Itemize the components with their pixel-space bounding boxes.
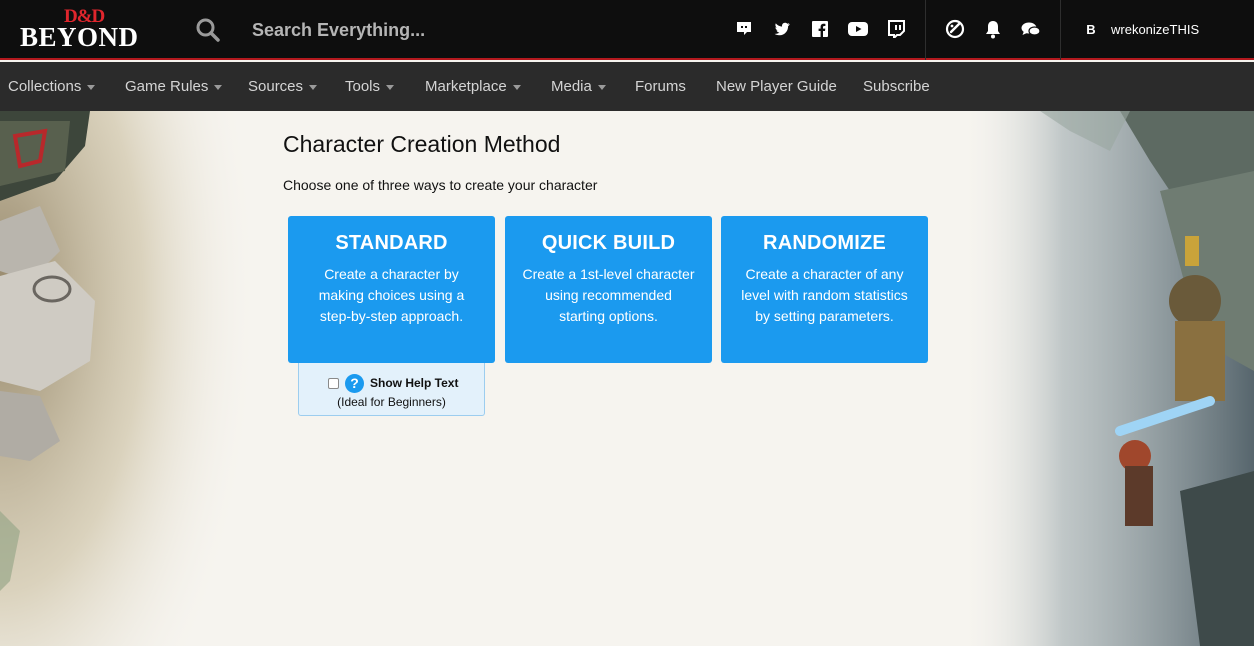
nav-game-rules[interactable]: Game Rules (125, 62, 223, 111)
nav-new-player-guide[interactable]: New Player Guide (716, 62, 837, 111)
nav-label: Marketplace (425, 78, 507, 95)
nav-media[interactable]: Media (551, 62, 606, 111)
randomize-method-card[interactable]: RANDOMIZE Create a character of any leve… (721, 216, 928, 363)
dnd-beyond-logo[interactable]: D&D BEYOND (18, 6, 150, 54)
search-icon[interactable] (195, 17, 221, 43)
chevron-down-icon (309, 84, 318, 90)
chevron-down-icon (214, 84, 223, 90)
chevron-down-icon (87, 84, 96, 90)
nav-label: New Player Guide (716, 78, 837, 95)
nav-label: Forums (635, 78, 686, 95)
search-input[interactable] (240, 14, 660, 46)
user-menu[interactable]: B wrekonizeTHIS (1080, 18, 1199, 40)
card-description: Create a character of any level with ran… (741, 266, 908, 324)
show-help-text-label[interactable]: Show Help Text (370, 376, 458, 390)
nav-marketplace[interactable]: Marketplace (425, 62, 521, 111)
nav-subscribe[interactable]: Subscribe (863, 62, 930, 111)
help-text-sublabel: (Ideal for Beginners) (337, 395, 446, 409)
youtube-icon[interactable] (847, 18, 869, 40)
username: wrekonizeTHIS (1111, 21, 1200, 37)
nav-label: Game Rules (125, 78, 209, 95)
card-title: STANDARD (335, 232, 448, 254)
question-icon: ? (345, 373, 364, 393)
dice-background-art (0, 111, 260, 646)
show-help-text-checkbox[interactable] (328, 377, 339, 389)
page-title: Character Creation Method (283, 131, 561, 157)
card-description: Create a character by making choices usi… (318, 266, 465, 324)
bell-icon[interactable] (982, 18, 1004, 40)
card-title: QUICK BUILD (541, 232, 676, 254)
nav-forums[interactable]: Forums (635, 62, 686, 111)
facebook-icon[interactable] (809, 18, 831, 40)
dice-icon[interactable] (944, 18, 966, 40)
help-text-toggle-box: ? Show Help Text (Ideal for Beginners) (298, 363, 485, 416)
card-title: RANDOMIZE (763, 232, 886, 254)
card-description: Create a 1st-level character using recom… (522, 266, 695, 324)
header-divider (1060, 0, 1061, 60)
help-text-row[interactable]: ? Show Help Text (328, 373, 458, 393)
nav-label: Tools (345, 78, 381, 95)
page-subtitle: Choose one of three ways to create your … (283, 177, 598, 193)
twitter-icon[interactable] (771, 18, 793, 40)
nav-sources[interactable]: Sources (248, 62, 318, 111)
chevron-down-icon (597, 84, 606, 90)
header-divider (925, 0, 926, 60)
nav-collections[interactable]: Collections (8, 62, 96, 111)
nav-tools[interactable]: Tools (345, 62, 395, 111)
top-header: D&D BEYOND B wrekonizeTHIS (0, 0, 1254, 60)
nav-label: Subscribe (863, 78, 930, 95)
chevron-down-icon (512, 84, 521, 90)
standard-method-card[interactable]: STANDARD Create a character by making ch… (288, 216, 495, 363)
dwarf-background-art (960, 111, 1254, 646)
nav-label: Collections (8, 78, 82, 95)
chat-icon[interactable] (1020, 18, 1042, 40)
discord-icon[interactable] (733, 18, 755, 40)
twitch-icon[interactable] (885, 18, 907, 40)
chevron-down-icon (386, 84, 395, 90)
nav-label: Media (551, 78, 592, 95)
main-nav: Collections Game Rules Sources Tools Mar… (0, 62, 1254, 111)
quick-build-method-card[interactable]: QUICK BUILD Create a 1st-level character… (505, 216, 712, 363)
avatar: B (1086, 21, 1096, 37)
nav-label: Sources (248, 78, 304, 95)
logo-wordmark: BEYOND (20, 22, 139, 52)
